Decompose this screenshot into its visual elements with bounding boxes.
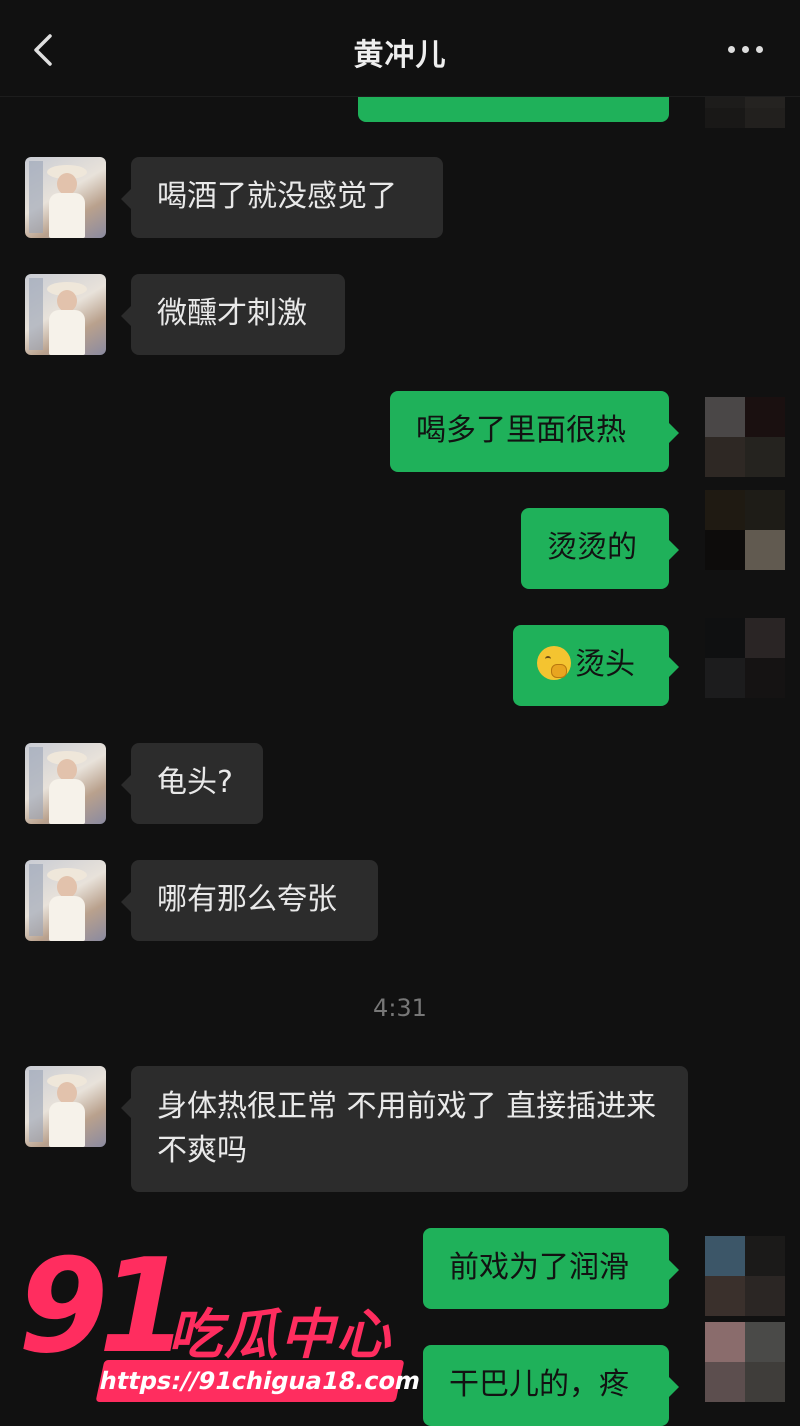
contact-avatar[interactable]: [25, 1066, 106, 1147]
message-timestamp: 4:31: [373, 994, 427, 1022]
message-bubble-outgoing[interactable]: 烫头: [513, 625, 679, 706]
contact-avatar[interactable]: [25, 157, 106, 238]
my-avatar-blurred[interactable]: [705, 490, 785, 570]
message-bubble-incoming[interactable]: 哪有那么夸张: [121, 860, 378, 941]
message-bubble-incoming[interactable]: 龟头?: [121, 743, 263, 824]
message-bubble-outgoing[interactable]: 前戏为了润滑: [423, 1228, 679, 1309]
message-text: 喝酒了就没感觉了: [157, 179, 397, 214]
message-bubble-outgoing[interactable]: 干巴儿的，疼: [423, 1345, 679, 1426]
message-text: 烫烫的: [547, 530, 637, 565]
message-text: 身体热很正常 不用前戏了 直接插进来不爽吗: [157, 1089, 657, 1168]
thinking-face-icon: [537, 646, 571, 680]
message-text: 哪有那么夸张: [157, 882, 337, 917]
my-avatar-blurred[interactable]: [705, 397, 785, 477]
my-avatar-blurred[interactable]: [705, 1322, 785, 1402]
message-bubble-incoming[interactable]: 微醺才刺激: [121, 274, 345, 355]
watermark-number: 91: [18, 1230, 189, 1382]
message-bubble-incoming[interactable]: 喝酒了就没感觉了: [121, 157, 443, 238]
message-bubble-outgoing[interactable]: 喝多了里面很热: [390, 391, 679, 472]
message-text: 干巴儿的，疼: [449, 1367, 629, 1402]
watermark-url: https://91chigua18.com: [95, 1360, 423, 1402]
message-bubble-incoming[interactable]: 身体热很正常 不用前戏了 直接插进来不爽吗: [121, 1066, 688, 1192]
contact-avatar[interactable]: [25, 274, 106, 355]
my-avatar-blurred[interactable]: [705, 1236, 785, 1316]
contact-avatar[interactable]: [25, 743, 106, 824]
message-text: 烫头: [575, 647, 635, 682]
message-text: 喝多了里面很热: [416, 413, 626, 448]
message-text: 龟头?: [157, 765, 233, 800]
site-watermark: 91 吃瓜中心 https://91chigua18.com: [18, 1236, 423, 1410]
watermark-brand-name: 吃瓜中心: [168, 1303, 392, 1366]
message-bubble-outgoing[interactable]: 烫烫的: [521, 508, 679, 589]
contact-avatar[interactable]: [25, 860, 106, 941]
message-text: 前戏为了润滑: [449, 1250, 629, 1285]
message-text: 微醺才刺激: [157, 296, 307, 331]
chat-title: 黄冲儿: [353, 38, 447, 73]
more-options-icon[interactable]: [728, 44, 764, 54]
chat-header: 黄冲儿: [0, 0, 800, 97]
my-avatar-blurred[interactable]: [705, 618, 785, 698]
